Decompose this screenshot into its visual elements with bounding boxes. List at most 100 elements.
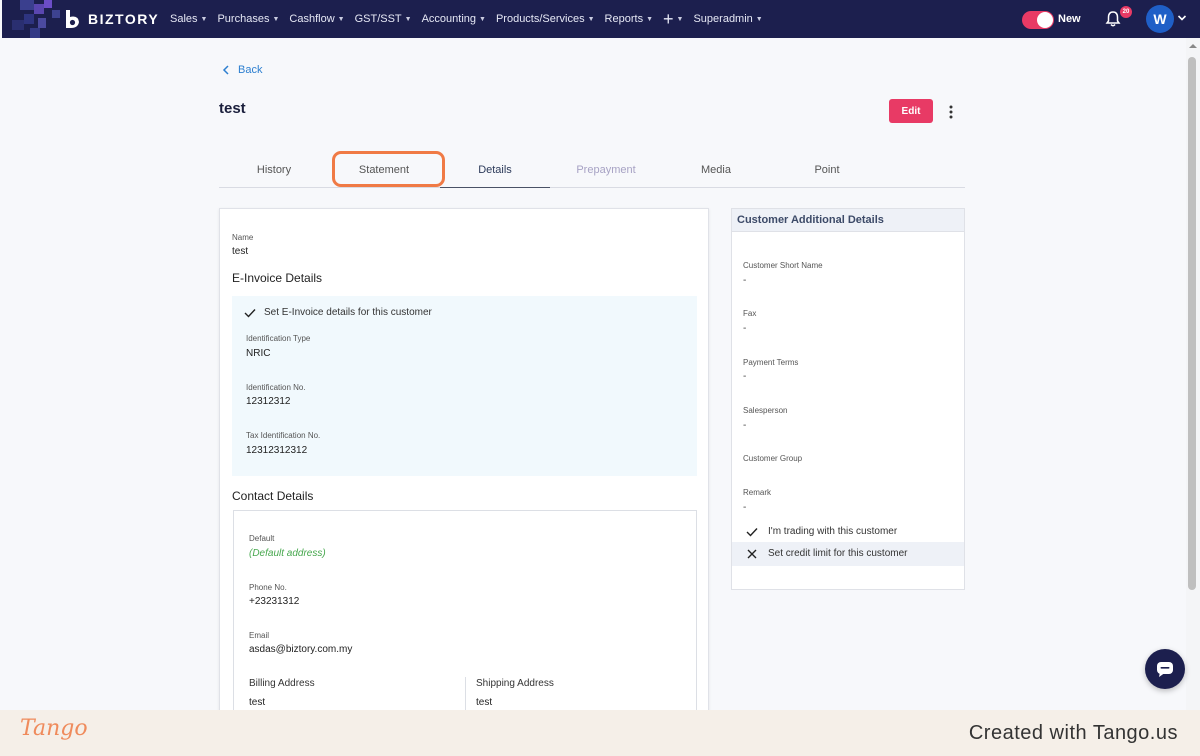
menu-cashflow[interactable]: Cashflow ▼ [289,13,344,25]
caret-down-icon: ▼ [646,15,654,23]
caret-down-icon: ▼ [676,15,684,23]
new-ui-toggle[interactable] [1022,11,1054,29]
einvoice-title: E-Invoice Details [232,271,323,285]
menu-label: Products/Services [495,13,585,25]
short-name-value: - [743,275,747,286]
scrollbar-thumb[interactable] [1188,57,1196,590]
back-link[interactable]: Back [222,64,262,76]
check-icon [244,308,256,318]
billing-address-label: Billing Address [249,678,315,689]
menu-sales[interactable]: Sales ▼ [170,13,207,25]
page-title: test [219,100,246,117]
id-type-label: Identification Type [246,334,311,343]
menu-label: Superadmin [693,13,753,25]
chat-support-button[interactable] [1145,649,1185,689]
short-name-label: Customer Short Name [743,261,823,270]
menu-label: Accounting [421,13,477,25]
menu-superadmin[interactable]: Superadmin ▼ [693,13,762,25]
caret-down-icon: ▼ [755,15,763,23]
brand-logo-icon [66,10,79,28]
main-menu: Sales ▼ Purchases ▼ Cashflow ▼ GST/SST ▼ Acc… [170,0,763,38]
id-type-value: NRIC [246,348,271,359]
customer-group-label: Customer Group [743,454,803,463]
customer-details-card: Name test E-Invoice Details Set E-Invoic… [219,208,709,727]
brand-name: BIZTORY [88,11,160,27]
menu-quick-add[interactable]: + ▼ [663,10,683,28]
menu-gst-sst[interactable]: GST/SST ▼ [355,13,412,25]
phone-label: Phone No. [249,583,287,592]
payment-terms-label: Payment Terms [743,358,799,367]
trading-check-label: I'm trading with this customer [768,526,898,537]
more-options-icon[interactable] [944,104,958,120]
menu-label: Cashflow [289,13,335,25]
scroll-up-arrow-icon[interactable] [1188,42,1198,50]
additional-details-card: Customer Additional Details Customer Sho… [731,208,965,590]
salesperson-value: - [743,420,747,431]
shipping-address-label: Shipping Address [476,678,554,689]
chevron-left-icon [222,65,229,75]
footer-credit: Created with Tango.us [968,722,1178,744]
additional-details-header: Customer Additional Details [732,209,964,232]
caret-down-icon: ▼ [272,15,280,23]
notification-badge: 20 [1120,6,1132,18]
chevron-down-icon[interactable] [1177,13,1187,23]
credit-limit-check-row: Set credit limit for this customer [746,548,907,559]
tab-point[interactable]: Point [772,152,882,188]
tab-history[interactable]: History [219,152,329,188]
trading-check-row: I'm trading with this customer [746,526,897,537]
einvoice-panel: Set E-Invoice details for this customer … [232,296,697,476]
name-label: Name [232,233,254,242]
menu-purchases[interactable]: Purchases ▼ [217,13,279,25]
credit-limit-check-label: Set credit limit for this customer [768,548,908,559]
toggle-label: New [1058,13,1081,25]
contact-title: Contact Details [232,489,314,503]
menu-label: Reports [604,13,644,25]
payment-terms-value: - [743,371,747,382]
back-label: Back [238,64,263,76]
contact-panel: Default (Default address) Phone No. +232… [233,510,697,727]
menu-label: GST/SST [354,13,402,25]
menu-label: Sales [170,13,198,25]
fax-value: - [743,323,747,334]
email-label: Email [249,631,270,640]
menu-reports[interactable]: Reports ▼ [605,13,653,25]
check-icon [746,527,758,537]
edit-button[interactable]: Edit [889,99,933,123]
additional-details-title: Customer Additional Details [737,214,884,226]
caret-down-icon: ▼ [587,15,595,23]
phone-value: +23231312 [249,596,300,607]
avatar[interactable]: W [1146,5,1174,33]
toggle-knob [1037,12,1053,28]
remark-value: - [743,502,747,513]
chat-icon [1157,662,1173,677]
tab-bar: History Statement Details Prepayment Med… [219,152,965,188]
shipping-address-value: test [476,697,493,708]
menu-accounting[interactable]: Accounting ▼ [422,13,486,25]
salesperson-label: Salesperson [743,406,788,415]
id-no-value: 12312312 [246,396,291,407]
brand-logo[interactable]: BIZTORY [64,9,159,29]
plus-icon: + [663,9,674,29]
einvoice-check-label: Set E-Invoice details for this customer [264,307,432,318]
menu-products-services[interactable]: Products/Services ▼ [496,13,595,25]
fax-label: Fax [743,309,757,318]
billing-address-value: test [249,697,266,708]
tab-media[interactable]: Media [661,152,771,188]
caret-down-icon: ▼ [479,15,486,23]
tango-footer: Tango Created with Tango.us [0,710,1200,756]
id-no-label: Identification No. [246,383,306,392]
default-address-value: (Default address) [249,548,326,559]
email-value: asdas@biztory.com.my [249,644,353,655]
tutorial-highlight [332,151,445,187]
caret-down-icon: ▼ [200,15,208,23]
menu-label: Purchases [217,13,270,25]
caret-down-icon: ▼ [404,15,412,23]
tax-id-label: Tax Identification No. [246,431,321,440]
default-label: Default [249,534,275,543]
tab-prepayment[interactable]: Prepayment [551,152,661,188]
remark-label: Remark [743,488,772,497]
tango-logo: Tango [20,716,88,741]
name-value: test [232,246,249,257]
einvoice-check-row: Set E-Invoice details for this customer [244,307,432,318]
tab-details[interactable]: Details [440,152,550,188]
